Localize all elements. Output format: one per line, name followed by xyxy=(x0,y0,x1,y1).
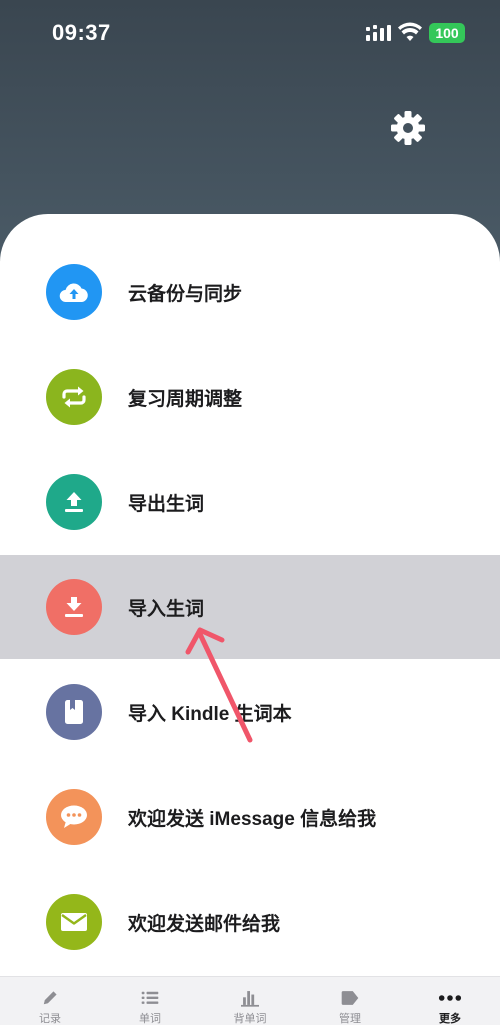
repeat-icon xyxy=(46,369,102,425)
menu-item-label: 导入 Kindle 生词本 xyxy=(128,703,292,725)
tab-label: 更多 xyxy=(439,1013,461,1025)
more-menu-panel: 云备份与同步 复习周期调整 导出生词 导入生词 导入 Kindle 生词本 欢迎… xyxy=(0,214,500,976)
menu-item-email[interactable]: 欢迎发送邮件给我 xyxy=(0,870,500,974)
chat-icon xyxy=(46,789,102,845)
tab-manage[interactable]: 管理 xyxy=(300,977,400,1025)
more-icon xyxy=(438,995,462,1001)
menu-item-cloud-backup[interactable]: 云备份与同步 xyxy=(0,240,500,344)
menu-item-label: 欢迎发送邮件给我 xyxy=(128,913,281,935)
status-time: 09:37 xyxy=(52,20,111,45)
tab-more[interactable]: 更多 xyxy=(400,977,500,1025)
menu-item-label: 导入生词 xyxy=(128,598,205,620)
pencil-icon xyxy=(43,991,57,1005)
settings-button[interactable] xyxy=(388,108,428,148)
menu-item-import-words[interactable]: 导入生词 xyxy=(0,555,500,659)
tab-record[interactable]: 记录 xyxy=(0,977,100,1025)
tag-icon xyxy=(341,991,359,1005)
gear-icon xyxy=(391,111,425,145)
status-bar: 09:37 100 xyxy=(0,0,500,66)
menu-item-label: 导出生词 xyxy=(128,493,205,515)
mail-icon xyxy=(46,894,102,950)
wifi-icon xyxy=(398,22,422,41)
menu-item-imessage[interactable]: 欢迎发送 iMessage 信息给我 xyxy=(0,765,500,869)
menu-item-label: 云备份与同步 xyxy=(128,283,243,305)
list-icon xyxy=(141,991,159,1004)
tab-words[interactable]: 单词 xyxy=(100,977,200,1025)
menu-item-import-kindle[interactable]: 导入 Kindle 生词本 xyxy=(0,660,500,764)
tab-label: 管理 xyxy=(339,1013,361,1025)
tab-label: 背单词 xyxy=(233,1013,267,1025)
menu-item-review-cycle[interactable]: 复习周期调整 xyxy=(0,345,500,449)
menu-item-export-words[interactable]: 导出生词 xyxy=(0,450,500,554)
menu-item-label: 复习周期调整 xyxy=(128,388,243,410)
tab-memorize[interactable]: 背单词 xyxy=(200,977,300,1025)
export-icon xyxy=(46,474,102,530)
cloud-upload-icon xyxy=(46,264,102,320)
signal-icon xyxy=(366,25,391,41)
import-icon xyxy=(46,579,102,635)
book-icon xyxy=(46,684,102,740)
battery-indicator: 100 xyxy=(429,23,465,43)
tab-label: 记录 xyxy=(39,1013,61,1025)
bar-chart-icon xyxy=(241,991,259,1007)
tab-label: 单词 xyxy=(139,1013,161,1025)
menu-item-label: 欢迎发送 iMessage 信息给我 xyxy=(128,808,377,830)
tab-bar: 记录 单词 背单词 管理 更多 xyxy=(0,976,500,1025)
